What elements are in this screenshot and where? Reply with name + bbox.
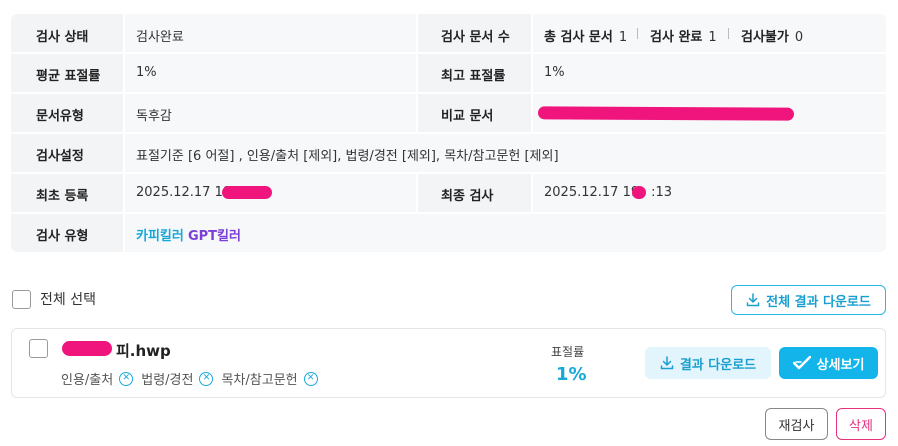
tag-references: 목차/참고문헌 ✕: [221, 369, 318, 388]
select-all-checkbox[interactable]: [12, 290, 31, 309]
stat-done: 검사 완료 1: [650, 30, 717, 45]
file-checkbox[interactable]: [29, 339, 48, 358]
select-all-label: 전체 선택: [40, 292, 96, 308]
check-type-label: 검사 유형: [36, 229, 89, 244]
tag-label: 목차/참고문헌: [221, 373, 298, 388]
info-row-doctype: 문서유형 독후감 비교 문서: [11, 93, 886, 133]
last-check-redaction: [632, 186, 646, 199]
tag-law: 법령/경전 ✕: [141, 369, 214, 388]
first-reg-value: 2025.12.17 19:: [136, 185, 236, 200]
view-detail-button[interactable]: 상세보기: [779, 347, 878, 379]
file-name[interactable]: 피.hwp: [116, 340, 171, 361]
last-check-value: 2025.12.17 19:13: [544, 185, 673, 200]
check-type-value: 카피킬러 GPT킬러: [136, 225, 241, 244]
doc-count-label: 검사 문서 수: [441, 30, 510, 45]
stat-separator: [637, 28, 638, 39]
download-all-button[interactable]: 전체 결과 다운로드: [731, 285, 886, 315]
tag-label: 인용/출처: [61, 373, 114, 388]
download-icon: [746, 293, 760, 307]
view-detail-label: 상세보기: [816, 357, 865, 373]
first-reg-redaction: [222, 186, 272, 199]
stat-total: 총 검사 문서 1: [544, 30, 628, 45]
delete-button[interactable]: 삭제: [836, 408, 886, 440]
gptkiller-label: GPT킬러: [187, 229, 241, 244]
close-circle-icon[interactable]: ✕: [119, 371, 134, 386]
status-value: 검사완료: [136, 30, 184, 45]
copykiller-label: 카피킬러: [136, 229, 184, 244]
filename-redaction: [62, 341, 112, 356]
download-result-button[interactable]: 결과 다운로드: [645, 347, 771, 379]
download-all-label: 전체 결과 다운로드: [766, 294, 871, 310]
tag-citation: 인용/출처 ✕: [61, 369, 134, 388]
plagiarism-rate-label: 표절률: [551, 345, 585, 359]
compare-doc-label: 비교 문서: [441, 109, 494, 124]
max-rate-label: 최고 표절률: [441, 69, 506, 84]
stat-separator: [728, 28, 729, 39]
info-row-checktype: 검사 유형 카피킬러 GPT킬러: [11, 213, 886, 252]
avg-rate-value: 1%: [136, 65, 157, 80]
info-row-dates: 최초 등록 2025.12.17 19: 최종 검사 2025.12.17 19…: [11, 173, 886, 213]
excluded-tags: 인용/출처 ✕ 법령/경전 ✕ 목차/참고문헌 ✕: [61, 369, 318, 388]
close-circle-icon[interactable]: ✕: [199, 371, 214, 386]
first-reg-label: 최초 등록: [36, 189, 89, 204]
recheck-button[interactable]: 재검사: [765, 408, 828, 440]
max-rate-value: 1%: [544, 65, 565, 80]
doc-type-value: 독후감: [136, 109, 172, 124]
stat-fail: 검사불가 0: [741, 30, 804, 45]
compare-doc-redaction: [537, 106, 795, 121]
plagiarism-rate-value: 1%: [556, 364, 587, 385]
settings-value: 표절기준 [6 어절] , 인용/출처 [제외], 법령/경전 [제외], 목차…: [136, 149, 559, 164]
checkmark-icon: [792, 356, 811, 370]
last-check-label: 최종 검사: [441, 189, 494, 204]
info-row-settings: 검사설정 표절기준 [6 어절] , 인용/출처 [제외], 법령/경전 [제외…: [11, 133, 886, 173]
info-row-rates: 평균 표절률 1% 최고 표절률 1%: [11, 53, 886, 93]
download-result-label: 결과 다운로드: [679, 357, 757, 373]
tag-label: 법령/경전: [141, 373, 194, 388]
doc-type-label: 문서유형: [36, 109, 84, 124]
info-row-status: 검사 상태 검사완료 검사 문서 수 총 검사 문서 1 검사 완료 1 검사불가 0: [11, 14, 886, 54]
avg-rate-label: 평균 표절률: [36, 69, 101, 84]
status-label: 검사 상태: [36, 30, 89, 45]
download-icon: [660, 356, 674, 370]
inspection-info-table: 검사 상태 검사완료 검사 문서 수 총 검사 문서 1 검사 완료 1 검사불가 0…: [11, 14, 886, 252]
close-circle-icon[interactable]: ✕: [303, 371, 318, 386]
settings-label: 검사설정: [36, 149, 84, 164]
